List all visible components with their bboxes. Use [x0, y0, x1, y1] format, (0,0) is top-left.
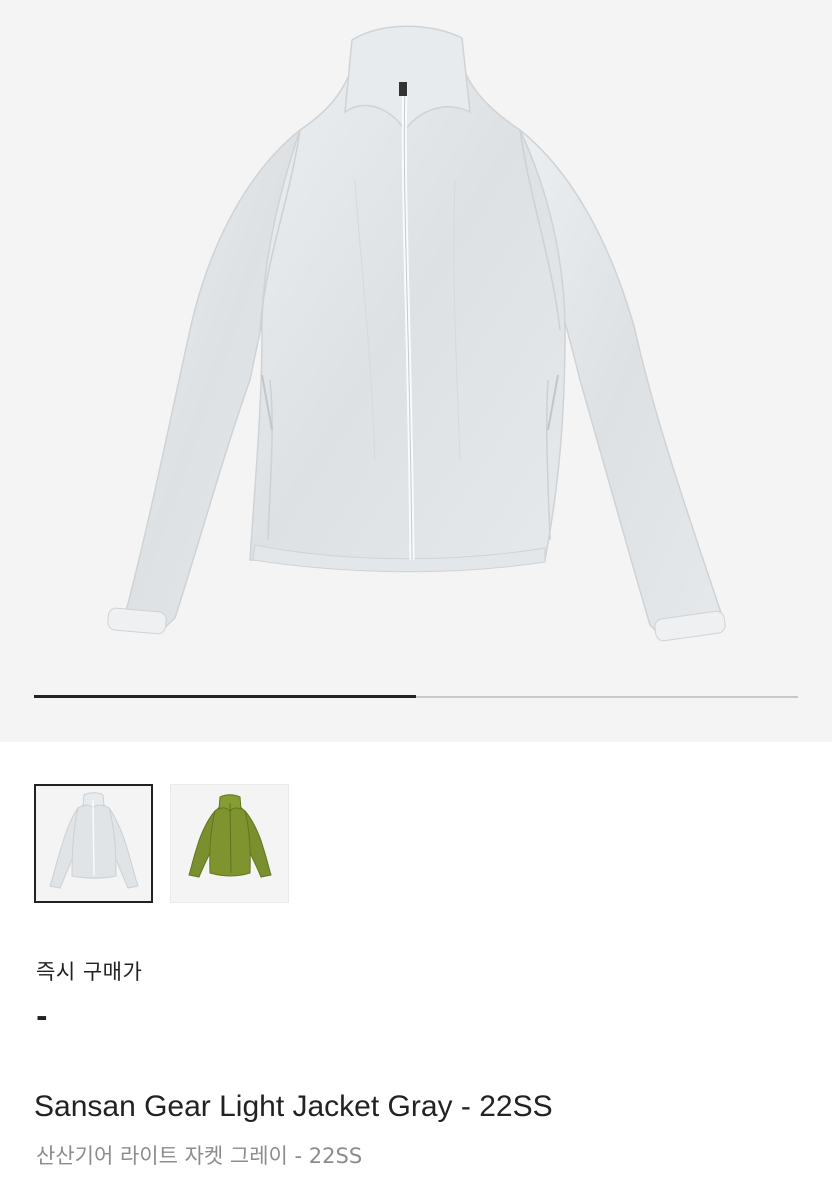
gallery-progress-bar — [34, 695, 798, 698]
instant-buy-price-value: - — [36, 1000, 48, 1033]
product-title-en: Sansan Gear Light Jacket Gray - 22SS — [34, 1090, 553, 1123]
jacket-image — [107, 25, 726, 642]
product-image-area[interactable] — [0, 0, 832, 742]
thumbnail-olive[interactable] — [170, 784, 289, 903]
gallery-progress-fill — [34, 695, 416, 698]
thumbnail-olive-image — [188, 794, 272, 878]
thumbnail-gray-image — [49, 792, 139, 889]
thumbnail-gray[interactable] — [34, 784, 153, 903]
product-title-ko: 산산기어 라이트 자켓 그레이 - 22SS — [36, 1144, 363, 1168]
instant-buy-price-label: 즉시 구매가 — [36, 960, 143, 984]
